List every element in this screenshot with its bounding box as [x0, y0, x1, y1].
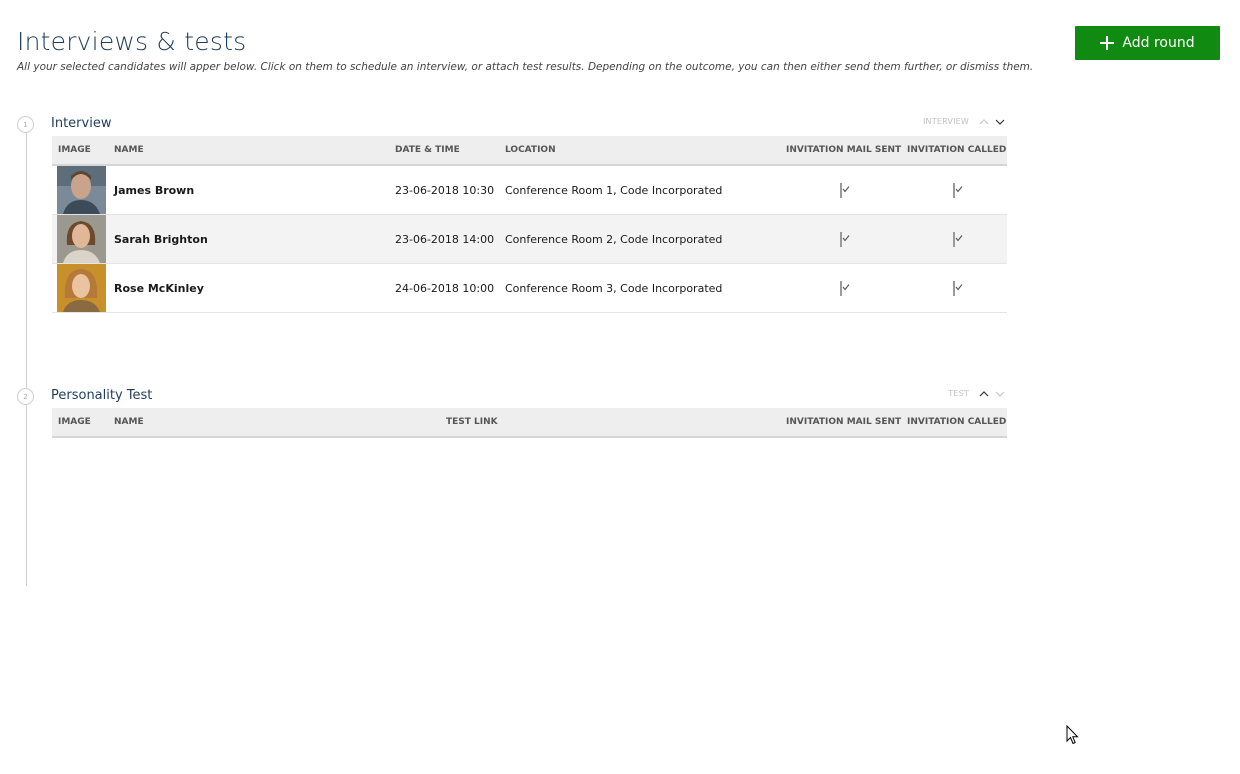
chevron-up-icon[interactable]	[979, 118, 989, 126]
table-row[interactable]: James Brown 23-06-2018 10:30 Conference …	[52, 165, 1007, 215]
page-subtitle: All your selected candidates will apper …	[17, 61, 1034, 73]
round-number: 2	[17, 388, 34, 405]
mouse-cursor-icon	[1066, 724, 1080, 749]
round-number: 1	[17, 116, 34, 133]
table-row[interactable]: Sarah Brighton 23-06-2018 14:00 Conferen…	[52, 214, 1007, 264]
chevron-down-icon[interactable]	[995, 118, 1005, 126]
page-title: Interviews & tests	[17, 27, 247, 56]
chevron-up-icon[interactable]	[979, 390, 989, 398]
round-controls: INTERVIEW	[923, 117, 1007, 126]
table-row[interactable]: Rose McKinley 24-06-2018 10:00 Conferenc…	[52, 263, 1007, 313]
col-test-link: TEST LINK	[446, 417, 498, 427]
plus-icon	[1100, 36, 1115, 50]
candidate-name: James Brown	[114, 183, 195, 197]
col-name: NAME	[114, 417, 144, 427]
called-checkbox[interactable]	[953, 231, 963, 247]
candidate-name: Sarah Brighton	[114, 232, 208, 246]
col-called: INVITATION CALLED	[907, 145, 1007, 155]
table-header-row: IMAGE NAME TEST LINK INVITATION MAIL SEN…	[52, 408, 1007, 437]
col-name: NAME	[114, 145, 144, 155]
add-round-button[interactable]: Add round	[1075, 26, 1220, 60]
interview-datetime: 24-06-2018 10:00	[389, 263, 499, 313]
called-checkbox[interactable]	[953, 280, 963, 296]
avatar	[57, 264, 106, 312]
col-mail-sent: INVITATION MAIL SENT	[786, 145, 902, 155]
mail-sent-checkbox[interactable]	[839, 182, 849, 198]
interviews-page: Interviews & tests All your selected can…	[0, 0, 1240, 774]
round-controls: TEST	[948, 389, 1007, 398]
round-title[interactable]: Personality Test	[51, 388, 152, 404]
test-table: IMAGE NAME TEST LINK INVITATION MAIL SEN…	[52, 408, 1007, 438]
called-checkbox[interactable]	[953, 182, 963, 198]
interview-location: Conference Room 3, Code Incorporated	[499, 263, 780, 313]
interview-datetime: 23-06-2018 10:30	[389, 165, 499, 215]
col-datetime: DATE & TIME	[395, 145, 460, 155]
timeline-line	[26, 132, 27, 586]
interview-location: Conference Room 2, Code Incorporated	[499, 214, 780, 264]
round-title[interactable]: Interview	[51, 116, 111, 132]
col-image: IMAGE	[58, 417, 91, 427]
avatar	[57, 215, 106, 263]
round-type-label: INTERVIEW	[922, 117, 969, 126]
avatar	[57, 166, 106, 214]
interview-table: IMAGE NAME DATE & TIME LOCATION INVITATI…	[52, 136, 1007, 313]
chevron-down-icon[interactable]	[995, 390, 1005, 398]
interview-location: Conference Room 1, Code Incorporated	[499, 165, 780, 215]
add-round-label: Add round	[1122, 35, 1195, 51]
interview-datetime: 23-06-2018 14:00	[389, 214, 499, 264]
mail-sent-checkbox[interactable]	[839, 280, 849, 296]
col-mail-sent: INVITATION MAIL SENT	[786, 417, 902, 427]
table-header-row: IMAGE NAME DATE & TIME LOCATION INVITATI…	[52, 136, 1007, 165]
mail-sent-checkbox[interactable]	[839, 231, 849, 247]
col-called: INVITATION CALLED	[907, 417, 1007, 427]
candidate-name: Rose McKinley	[114, 281, 204, 295]
col-location: LOCATION	[505, 145, 556, 155]
col-image: IMAGE	[58, 145, 91, 155]
round-type-label: TEST	[948, 389, 969, 398]
